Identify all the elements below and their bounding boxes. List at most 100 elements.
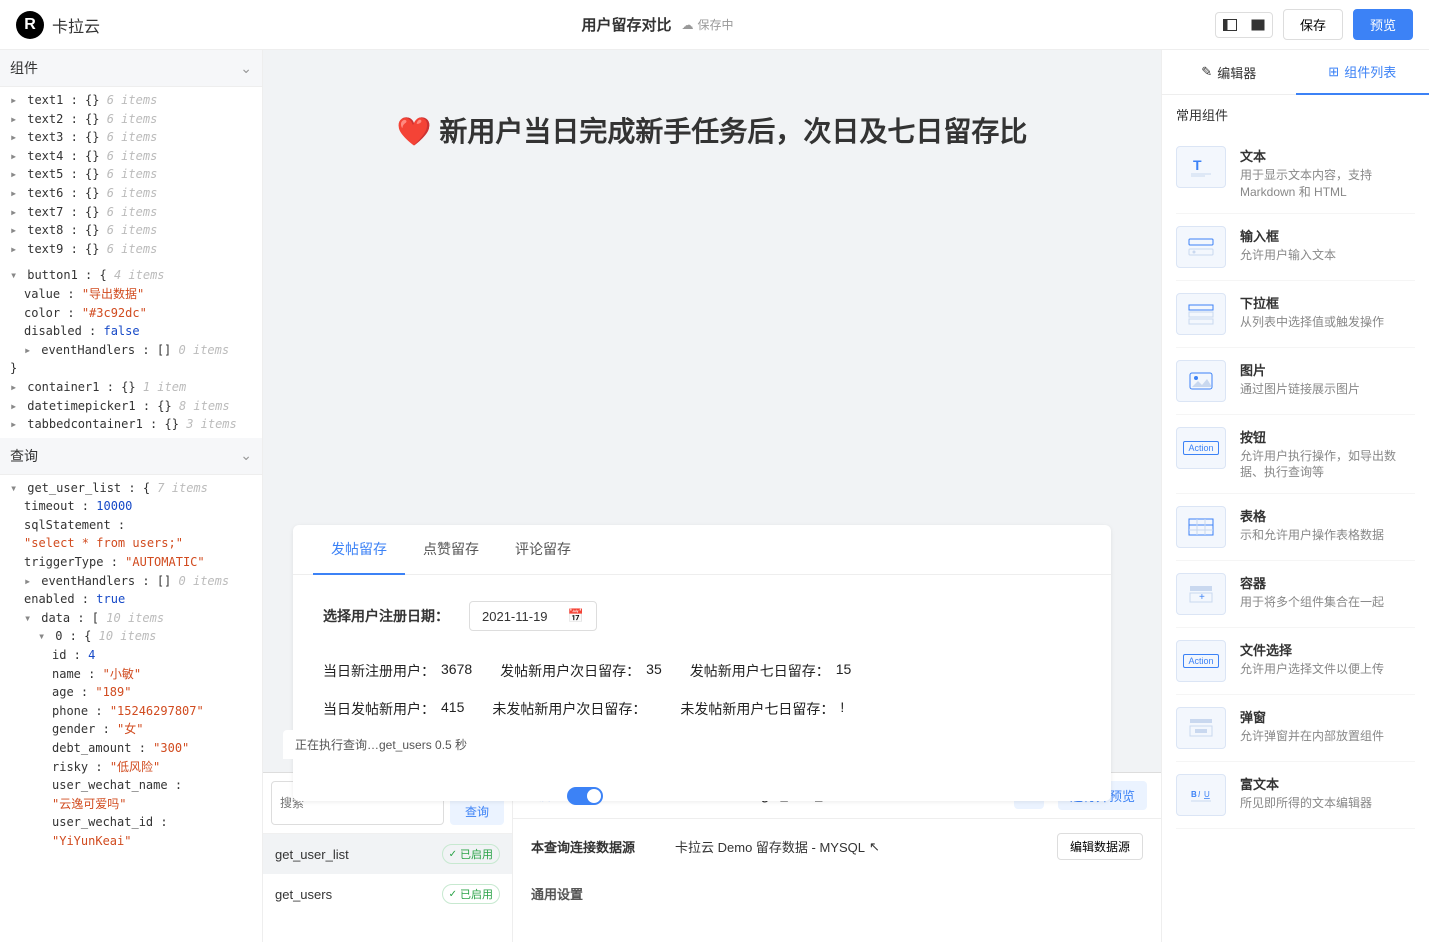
datasource-value: 卡拉云 Demo 留存数据 - MYSQL ↖	[675, 837, 880, 856]
component-title: 表格	[1240, 506, 1415, 525]
component-title: 按钮	[1240, 427, 1415, 446]
component-item[interactable]: 表格示和允许用户操作表格数据	[1176, 494, 1415, 561]
stat-item: 发帖新用户七日留存：15	[690, 661, 852, 681]
tree-text9[interactable]: ▸ text9 : {} 6 items	[6, 240, 256, 259]
tree-text7[interactable]: ▸ text7 : {} 6 items	[6, 203, 256, 222]
component-title: 容器	[1240, 573, 1415, 592]
component-item[interactable]: Action 按钮允许用户执行操作，如导出数据、执行查询等	[1176, 415, 1415, 495]
page-title: 用户留存对比	[581, 14, 671, 35]
saving-indicator: ☁ 保存中	[681, 16, 733, 33]
save-button[interactable]: 保存	[1283, 9, 1343, 40]
component-item[interactable]: + 容器用于将多个组件集合在一起	[1176, 561, 1415, 628]
headline-text: ❤️ 新用户当日完成新手任务后，次日及七日留存比	[313, 110, 1111, 150]
tab-like-retention[interactable]: 点赞留存	[405, 525, 497, 574]
component-desc: 允许用户输入文本	[1240, 247, 1415, 264]
tree-text1[interactable]: ▸ text1 : {} 6 items	[6, 91, 256, 110]
general-settings-label: 通用设置	[513, 874, 1161, 903]
group-common: 常用组件	[1162, 95, 1429, 134]
tree-data[interactable]: ▾ data : [ 10 items	[6, 609, 256, 628]
tree-button1-disabled: disabled : false	[6, 322, 256, 341]
tree-button1[interactable]: ▾ button1 : { 4 items	[6, 266, 256, 285]
component-title: 文件选择	[1240, 640, 1415, 659]
cursor-icon: ↖	[869, 839, 880, 855]
tree-container1[interactable]: ▸ container1 : {} 1 item	[6, 378, 256, 397]
component-icon	[1176, 293, 1226, 335]
tab-comment-retention[interactable]: 评论留存	[497, 525, 589, 574]
enabled-toggle[interactable]	[567, 787, 603, 805]
brand-text: 卡拉云	[52, 13, 100, 37]
query-item-get-users[interactable]: get_users 已启用	[263, 874, 512, 914]
query-item-get-user-list[interactable]: get_user_list 已启用	[263, 834, 512, 874]
tree-text5[interactable]: ▸ text5 : {} 6 items	[6, 165, 256, 184]
date-picker[interactable]: 2021-11-19 📅	[469, 601, 597, 631]
datasource-label: 本查询连接数据源	[531, 837, 635, 856]
component-desc: 用于显示文本内容，支持 Markdown 和 HTML	[1240, 167, 1415, 201]
component-desc: 通过图片链接展示图片	[1240, 381, 1415, 398]
component-desc: 示和允许用户操作表格数据	[1240, 527, 1415, 544]
calendar-icon: 📅	[568, 608, 584, 624]
tree-button1-color: color : "#3c92dc"	[6, 304, 256, 323]
stat-item: 未发帖新用户七日留存：!	[680, 699, 844, 719]
editor-icon: ✎	[1201, 64, 1212, 80]
component-desc: 允许用户选择文件以便上传	[1240, 661, 1415, 678]
svg-text:U: U	[1204, 790, 1210, 799]
chevron-down-icon: ⌄	[240, 447, 252, 464]
tree-text6[interactable]: ▸ text6 : {} 6 items	[6, 184, 256, 203]
svg-text:I: I	[1198, 790, 1201, 799]
left-panel: 组件 ⌄ ▸ text1 : {} 6 items▸ text2 : {} 6 …	[0, 50, 263, 942]
stat-item: 当日发帖新用户：415	[323, 699, 464, 719]
component-item[interactable]: 弹窗允许弹窗并在内部放置组件	[1176, 695, 1415, 762]
component-desc: 用于将多个组件集合在一起	[1240, 594, 1415, 611]
component-title: 下拉框	[1240, 293, 1415, 312]
edit-datasource-button[interactable]: 编辑数据源	[1057, 833, 1143, 860]
component-icon	[1176, 360, 1226, 402]
tree-getuserlist[interactable]: ▾ get_user_list : { 7 items	[6, 479, 256, 498]
component-icon: +	[1176, 573, 1226, 615]
tree-button1-eventhandlers[interactable]: ▸ eventHandlers : [] 0 items	[6, 341, 256, 360]
executing-indicator: 正在执行查询…get_users 0.5 秒	[283, 730, 479, 759]
layout-full-icon[interactable]	[1244, 13, 1272, 37]
component-icon	[1176, 506, 1226, 548]
cloud-icon: ☁	[681, 18, 693, 32]
svg-text:+: +	[1199, 592, 1205, 603]
tab-editor[interactable]: ✎ 编辑器	[1162, 50, 1296, 94]
tree-row0[interactable]: ▾ 0 : { 10 items	[6, 627, 256, 646]
component-title: 输入框	[1240, 226, 1415, 245]
tree-datetimepicker1[interactable]: ▸ datetimepicker1 : {} 8 items	[6, 397, 256, 416]
grid-icon: ⊞	[1328, 64, 1339, 80]
preview-button[interactable]: 预览	[1353, 9, 1413, 40]
tree-tabbedcontainer1[interactable]: ▸ tabbedcontainer1 : {} 3 items	[6, 415, 256, 434]
tree-text3[interactable]: ▸ text3 : {} 6 items	[6, 128, 256, 147]
tab-component-list[interactable]: ⊞ 组件列表	[1296, 50, 1429, 95]
component-item[interactable]: 下拉框从列表中选择值或触发操作	[1176, 281, 1415, 348]
right-panel: ✎ 编辑器 ⊞ 组件列表 常用组件 T 文本用于显示文本内容，支持 Markdow…	[1161, 50, 1429, 942]
tree-text8[interactable]: ▸ text8 : {} 6 items	[6, 221, 256, 240]
tab-post-retention[interactable]: 发帖留存	[313, 525, 405, 575]
layout-sidebar-icon[interactable]	[1216, 13, 1244, 37]
component-desc: 允许用户执行操作，如导出数据、执行查询等	[1240, 448, 1415, 482]
canvas: ❤️ 新用户当日完成新手任务后，次日及七日留存比 正在执行查询…get_user…	[263, 50, 1161, 942]
component-item[interactable]: T 文本用于显示文本内容，支持 Markdown 和 HTML	[1176, 134, 1415, 214]
svg-text:B: B	[1191, 790, 1197, 799]
component-desc: 所见即所得的文本编辑器	[1240, 795, 1415, 812]
chevron-down-icon: ⌄	[240, 60, 252, 77]
tree-eventhandlers[interactable]: ▸ eventHandlers : [] 0 items	[6, 572, 256, 591]
tree-button1-value: value : "导出数据"	[6, 285, 256, 304]
tree-text2[interactable]: ▸ text2 : {} 6 items	[6, 110, 256, 129]
stat-item: 当日新注册用户：3678	[323, 661, 472, 681]
component-icon	[1176, 707, 1226, 749]
tree-text4[interactable]: ▸ text4 : {} 6 items	[6, 147, 256, 166]
component-item[interactable]: Action 文件选择允许用户选择文件以便上传	[1176, 628, 1415, 695]
layout-toggle[interactable]	[1215, 12, 1273, 38]
component-item[interactable]: BIU 富文本所见即所得的文本编辑器	[1176, 762, 1415, 829]
component-title: 文本	[1240, 146, 1415, 165]
components-header[interactable]: 组件 ⌄	[0, 50, 262, 87]
component-title: 富文本	[1240, 774, 1415, 793]
component-icon: T	[1176, 146, 1226, 188]
component-item[interactable]: 图片通过图片链接展示图片	[1176, 348, 1415, 415]
queries-header[interactable]: 查询 ⌄	[0, 438, 262, 475]
component-icon: Action	[1176, 427, 1226, 469]
component-icon: Action	[1176, 640, 1226, 682]
component-item[interactable]: 输入框允许用户输入文本	[1176, 214, 1415, 281]
tree-button1-close: }	[6, 359, 256, 378]
